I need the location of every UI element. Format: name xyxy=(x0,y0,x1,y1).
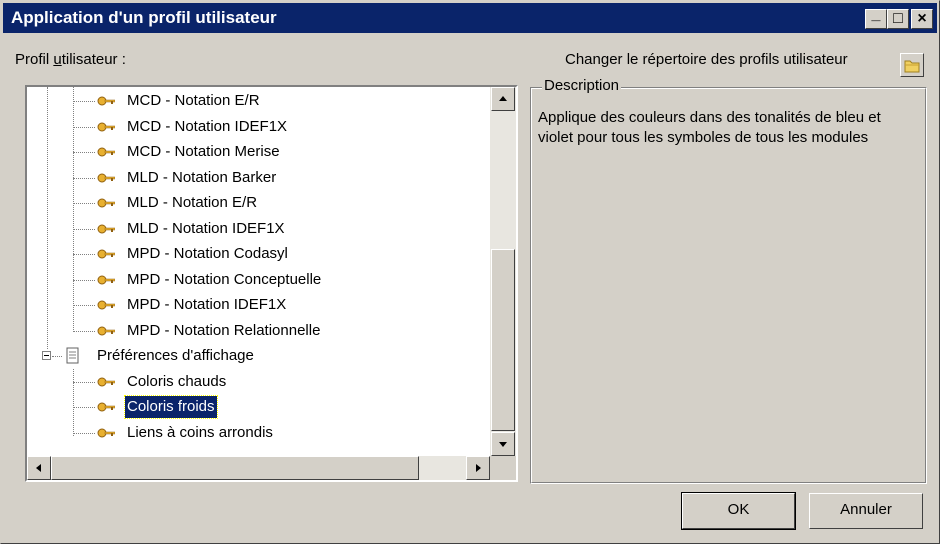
tree-item-label: MPD - Notation Conceptuelle xyxy=(127,270,322,288)
vertical-scrollbar[interactable] xyxy=(490,87,516,456)
ok-button[interactable]: OK xyxy=(681,492,796,530)
tree-item[interactable]: Liens à coins arrondis xyxy=(27,421,487,445)
tree-item[interactable]: MCD - Notation Merise xyxy=(27,140,487,164)
tree-item[interactable]: MCD - Notation E/R xyxy=(27,89,487,113)
tree-item-label: MPD - Notation IDEF1X xyxy=(127,296,287,313)
title-bar[interactable]: Application d'un profil utilisateur _ □ … xyxy=(3,3,937,33)
tree-viewport: MCD - Notation E/R MCD - Notation IDEF1X M… xyxy=(27,87,490,456)
tree-item[interactable]: Coloris froids xyxy=(27,395,487,419)
window-title: Application d'un profil utilisateur xyxy=(11,8,277,27)
dialog-window: Application d'un profil utilisateur _ □ … xyxy=(0,0,940,544)
tree-item[interactable]: MLD - Notation Barker xyxy=(27,166,487,190)
tree-item[interactable]: MPD - Notation Conceptuelle xyxy=(27,268,487,292)
minimize-button[interactable]: _ xyxy=(865,6,887,29)
tree-item[interactable]: MLD - Notation IDEF1X xyxy=(27,217,487,241)
tree-item-label: MPD - Notation Relationnelle xyxy=(127,321,321,339)
scrollbar-corner xyxy=(490,456,516,480)
tree-item[interactable]: Coloris chauds xyxy=(27,370,487,394)
tree-item[interactable]: MPD - Notation Relationnelle xyxy=(27,319,487,343)
scroll-up-button[interactable] xyxy=(491,87,515,111)
vertical-scroll-thumb[interactable] xyxy=(491,249,515,431)
tree-item-label: MCD - Notation Merise xyxy=(127,143,280,160)
close-button[interactable]: × xyxy=(911,9,933,29)
tree-item-label: MLD - Notation Barker xyxy=(127,168,277,186)
description-text: Applique des couleurs dans des tonalités… xyxy=(538,109,881,146)
tree-item-label: Coloris chauds xyxy=(127,372,227,390)
profile-label: Profil utilisateur : xyxy=(15,51,126,68)
cancel-button[interactable]: Annuler xyxy=(809,493,923,529)
tree-folder[interactable]: Préférences d'affichage xyxy=(27,344,487,368)
tree-item[interactable]: MPD - Notation IDEF1X xyxy=(27,293,487,317)
maximize-button[interactable]: □ xyxy=(887,9,909,29)
horizontal-scrollbar[interactable] xyxy=(27,456,490,480)
tree-item-label: MCD - Notation IDEF1X xyxy=(127,117,288,135)
description-legend: Description xyxy=(542,77,622,94)
tree-item-label: Préférences d'affichage xyxy=(97,347,254,364)
scroll-right-button[interactable] xyxy=(466,456,490,480)
tree-item-label: MPD - Notation Codasyl xyxy=(127,245,288,262)
tree-item-label: MLD - Notation E/R xyxy=(127,194,258,211)
tree-item[interactable]: MLD - Notation E/R xyxy=(27,191,487,215)
tree-item-label: Coloris froids xyxy=(124,395,218,419)
folder-icon xyxy=(904,60,920,73)
tree-item[interactable]: MPD - Notation Codasyl xyxy=(27,242,487,266)
tree-item-label: MLD - Notation IDEF1X xyxy=(127,219,285,237)
change-directory-label: Changer le répertoire des profils utilis… xyxy=(565,51,848,68)
tree-item-label: Liens à coins arrondis xyxy=(127,423,273,441)
tree-item[interactable]: MCD - Notation IDEF1X xyxy=(27,115,487,139)
change-directory-button[interactable] xyxy=(900,53,924,77)
tree-item-label: MCD - Notation E/R xyxy=(127,92,260,109)
collapse-toggle-icon[interactable] xyxy=(42,351,51,360)
scroll-left-button[interactable] xyxy=(27,456,51,480)
horizontal-scroll-thumb[interactable] xyxy=(51,456,419,480)
scroll-down-button[interactable] xyxy=(491,432,515,456)
profile-tree[interactable]: MCD - Notation E/R MCD - Notation IDEF1X M… xyxy=(25,85,518,482)
